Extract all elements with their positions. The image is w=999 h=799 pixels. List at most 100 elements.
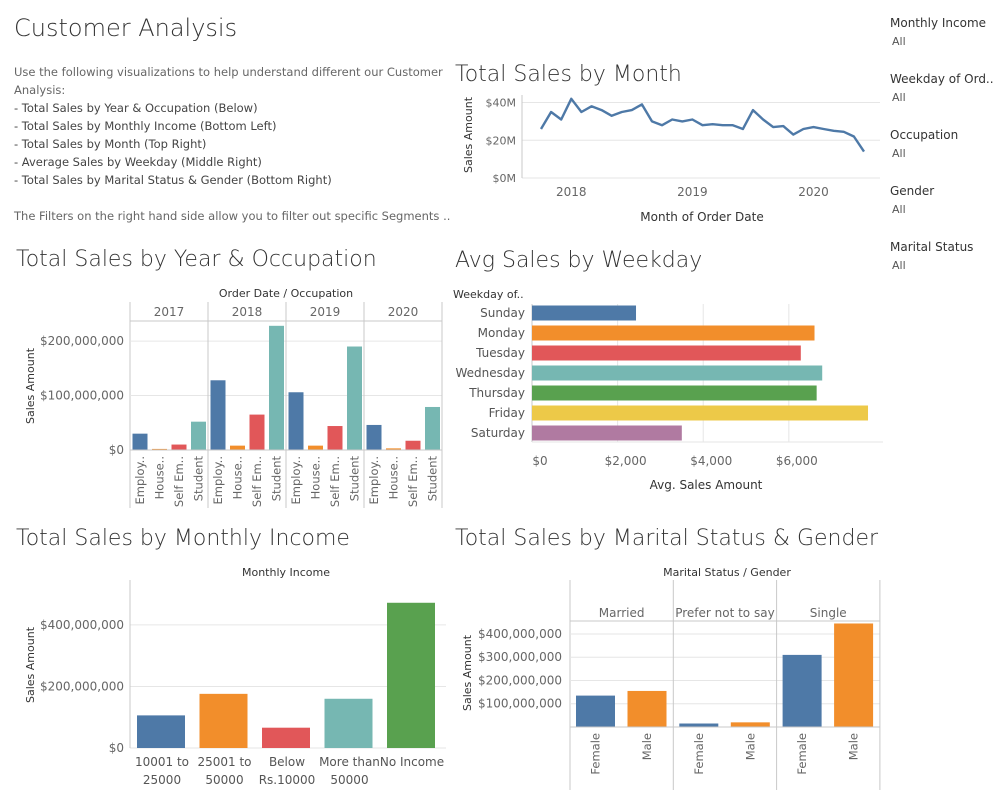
bar (532, 325, 815, 341)
x-tick-label: No Income (380, 755, 444, 769)
bar (366, 424, 382, 450)
y-tick-label: $0M (493, 172, 517, 185)
year-header: 2019 (310, 305, 341, 319)
bar (269, 325, 284, 450)
bar (532, 405, 869, 421)
year-occupation-chart[interactable]: Order Date / Occupation $0 $100,000,000 $20… (16, 280, 446, 515)
bar (425, 406, 440, 450)
bar (834, 623, 874, 727)
filter-marital-status[interactable]: Marital Status All (890, 240, 995, 296)
x-tick-label: Male (640, 733, 654, 760)
y-tick-label: $300,000,000 (478, 650, 562, 664)
bar (730, 722, 770, 727)
bar (132, 433, 148, 450)
x-tick-label: Employ.. (211, 456, 225, 504)
filter-value[interactable]: All (892, 35, 995, 48)
x-tick-label: House.. (231, 456, 245, 499)
description-intro-line2: Analysis: (14, 83, 66, 97)
bar (308, 445, 323, 450)
chart-title-income: Total Sales by Monthly Income (16, 526, 350, 551)
y-tick-label: $40M (486, 97, 517, 110)
filter-value[interactable]: All (892, 91, 995, 104)
x-tick-label: Self Em.. (406, 456, 420, 507)
x-tick-label: 10001 to (135, 755, 189, 769)
x-tick-label: House.. (153, 456, 167, 499)
y-tick-label: $100,000,000 (478, 697, 562, 711)
filter-label: Occupation (890, 128, 959, 142)
description-intro-line1: Use the following visualizations to help… (14, 65, 443, 79)
x-tick-label: Student (270, 456, 284, 502)
y-axis-label: Sales Amount (461, 634, 474, 711)
x-tick-label: More than (319, 755, 380, 769)
y-axis-label: Sales Amount (462, 96, 475, 173)
filter-label: Gender (890, 184, 935, 198)
x-tick-label: Below (269, 755, 305, 769)
y-tick-label: Saturday (471, 426, 525, 440)
y-tick-label: $200,000,000 (40, 679, 124, 693)
filter-weekday[interactable]: Weekday of Ord.. All (890, 72, 995, 128)
x-tick-label: Male (847, 733, 861, 760)
x-tick-label: Student (348, 456, 362, 502)
bar (249, 414, 265, 450)
series-line (539, 97, 865, 153)
description-bullet: - Total Sales by Month (Top Right) (14, 137, 207, 151)
filters-panel: Monthly Income All Weekday of Ord.. All … (890, 16, 995, 296)
x-tick-label: House.. (309, 456, 323, 499)
filter-label: Monthly Income (890, 16, 987, 30)
x-tick-label: 25001 to (197, 755, 251, 769)
monthly-sales-chart[interactable]: $0M $20M $40M 2018 2019 2020 Month of Order Da… (455, 90, 885, 230)
group-header: Single (810, 606, 847, 620)
y-tick-label: $400,000,000 (478, 627, 562, 641)
chart-header: Weekday of.. (453, 288, 524, 301)
y-tick-label: $200,000,000 (40, 334, 124, 348)
y-tick-label: Tuesday (475, 346, 525, 360)
filter-occupation[interactable]: Occupation All (890, 128, 995, 184)
y-tick-label: Friday (489, 406, 525, 420)
bar (171, 444, 187, 450)
x-tick-label: Employ.. (289, 456, 303, 504)
filter-value[interactable]: All (892, 147, 995, 160)
bar (532, 365, 823, 381)
weekday-chart[interactable]: Weekday of.. $0 $2,000 $4,000 $6,000 Sunday Mo… (452, 282, 888, 497)
x-tick-label: Student (426, 456, 440, 502)
group-header: Married (599, 606, 645, 620)
x-tick-label: 2020 (798, 185, 829, 199)
y-tick-label: Monday (478, 326, 525, 340)
chart-header: Order Date / Occupation (219, 287, 353, 300)
description-bullet: - Total Sales by Year & Occupation (Belo… (14, 101, 258, 115)
bar (532, 385, 817, 401)
x-tick-label: 25000 (143, 773, 181, 787)
bar (679, 723, 719, 727)
x-tick-label: Self Em.. (250, 456, 264, 507)
marital-gender-chart[interactable]: Marital Status / Gender $100,000,000 $200,… (455, 560, 885, 795)
bar (576, 695, 615, 727)
filter-value[interactable]: All (892, 203, 995, 216)
x-tick-label: House.. (387, 456, 401, 499)
chart-header: Marital Status / Gender (663, 566, 791, 579)
x-tick-label: Employ.. (133, 456, 147, 504)
filter-value[interactable]: All (892, 259, 995, 272)
y-tick-label: $0 (109, 741, 124, 755)
bar (782, 654, 822, 727)
bar (627, 690, 667, 727)
x-tick-label: $4,000 (690, 454, 732, 468)
bar (347, 346, 362, 450)
year-header: 2020 (388, 305, 419, 319)
x-axis-label: Avg. Sales Amount (650, 478, 763, 492)
bar (532, 305, 637, 321)
filter-label: Weekday of Ord.. (890, 72, 994, 86)
income-chart[interactable]: Monthly Income $0 $200,000,000 $400,000,000… (16, 560, 446, 795)
group-header: Prefer not to say (675, 606, 774, 620)
filter-monthly-income[interactable]: Monthly Income All (890, 16, 995, 72)
page-title: Customer Analysis (14, 14, 238, 42)
filter-gender[interactable]: Gender All (890, 184, 995, 240)
y-axis-label: Sales Amount (24, 347, 37, 424)
bar (199, 693, 248, 748)
filter-label: Marital Status (890, 240, 974, 254)
y-tick-label: Thursday (468, 386, 525, 400)
bar (288, 392, 304, 450)
bar (327, 426, 343, 450)
chart-header: Monthly Income (242, 566, 330, 579)
bar (230, 445, 245, 450)
chart-title-monthly: Total Sales by Month (455, 62, 682, 87)
